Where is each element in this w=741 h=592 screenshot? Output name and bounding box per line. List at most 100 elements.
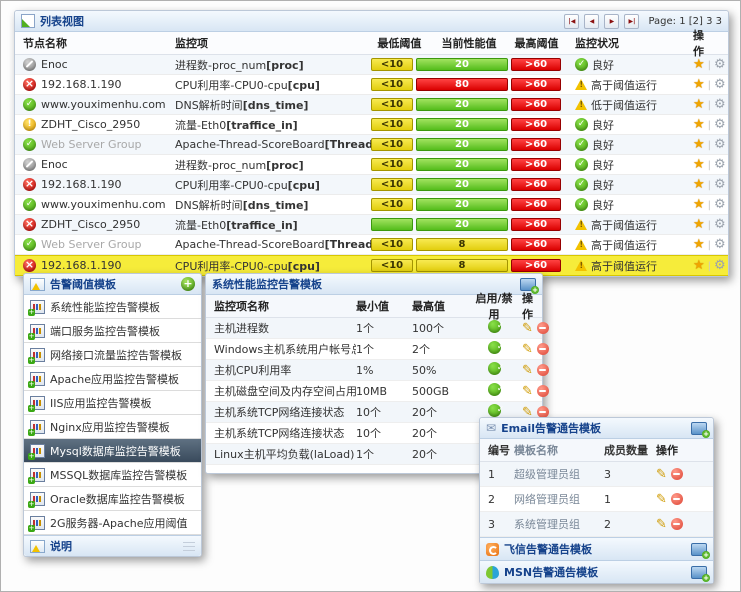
template-list-item[interactable]: 端口服务监控告警模板: [24, 319, 201, 343]
settings-gear-icon[interactable]: [714, 237, 726, 252]
monitor-name: DNS解析时间: [175, 99, 243, 112]
template-label: Oracle数据库监控告警模板: [50, 491, 185, 507]
table-row[interactable]: Web Server Group Apache-Thread-ScoreBoar…: [15, 135, 728, 155]
template-panel-footer[interactable]: 说明: [24, 535, 201, 556]
delete-icon[interactable]: [671, 468, 683, 480]
settings-gear-icon[interactable]: [714, 197, 726, 212]
settings-gear-icon[interactable]: [714, 97, 726, 112]
edit-icon[interactable]: [522, 321, 533, 336]
template-list-item[interactable]: MSSQL数据库监控告警模板: [24, 463, 201, 487]
pagination-label[interactable]: Page: 1 [2] 3 3: [648, 16, 722, 27]
template-list-item[interactable]: 2G服务器-Apache应用阈值: [24, 511, 201, 535]
ops-divider: [708, 158, 711, 171]
edit-icon[interactable]: [522, 363, 533, 378]
monitoring-status-text: 良好: [592, 177, 614, 193]
favorite-star-icon[interactable]: [693, 197, 705, 212]
last-page-button[interactable]: [624, 14, 639, 29]
delete-icon[interactable]: [671, 518, 683, 530]
delete-icon[interactable]: [537, 322, 549, 334]
table-row[interactable]: Enoc 进程数-proc_num[proc] <10 20 >60 良好: [15, 155, 728, 175]
favorite-star-icon[interactable]: [693, 157, 705, 172]
favorite-star-icon[interactable]: [693, 117, 705, 132]
column-member-count: 成员数量: [604, 442, 656, 458]
edit-icon[interactable]: [656, 492, 667, 507]
settings-gear-icon[interactable]: [714, 137, 726, 152]
favorite-star-icon[interactable]: [693, 97, 705, 112]
table-row[interactable]: Enoc 进程数-proc_num[proc] <10 20 >60 良好: [15, 55, 728, 75]
monitoring-status-icon: [575, 158, 588, 171]
add-monitor-item-button[interactable]: [520, 278, 536, 291]
resize-grip-icon[interactable]: [183, 542, 195, 551]
template-label: 系统性能监控告警模板: [50, 299, 160, 315]
current-value-bar: 20: [416, 118, 508, 131]
table-row[interactable]: 192.168.1.190 CPU利用率-CPU0-cpu[cpu] <10 2…: [15, 175, 728, 195]
table-row[interactable]: Web Server Group Apache-Thread-ScoreBoar…: [15, 235, 728, 255]
template-report-icon: [30, 372, 45, 386]
table-row[interactable]: 192.168.1.190 CPU利用率-CPU0-cpu[cpu] <10 8…: [15, 75, 728, 95]
node-status-icon: [23, 78, 36, 91]
table-row[interactable]: ZDHT_Cisco_2950 流量-Eth0[traffice_in] 20 …: [15, 215, 728, 235]
table-row[interactable]: www.youximenhu.com DNS解析时间[dns_time] <10…: [15, 195, 728, 215]
settings-gear-icon[interactable]: [714, 217, 726, 232]
template-report-icon: [30, 420, 45, 434]
settings-gear-icon[interactable]: [714, 157, 726, 172]
monitoring-status-icon: [575, 118, 588, 131]
favorite-star-icon[interactable]: [693, 258, 705, 273]
add-template-button[interactable]: [691, 566, 707, 579]
enabled-check-icon[interactable]: [488, 320, 501, 333]
monitor-tag: [dns_time]: [243, 99, 309, 112]
settings-gear-icon[interactable]: [714, 57, 726, 72]
collapsed-template-bars: 飞信告警通告模板 MSN告警通告模板: [480, 537, 713, 583]
favorite-star-icon[interactable]: [693, 137, 705, 152]
table-row[interactable]: www.youximenhu.com DNS解析时间[dns_time] <10…: [15, 95, 728, 115]
delete-icon[interactable]: [537, 343, 549, 355]
enabled-check-icon[interactable]: [488, 341, 501, 354]
add-template-button[interactable]: [691, 543, 707, 556]
monitoring-status-text: 良好: [592, 197, 614, 213]
settings-gear-icon[interactable]: [714, 117, 726, 132]
footer-label: 说明: [50, 538, 72, 554]
collapsed-template-bar[interactable]: 飞信告警通告模板: [480, 537, 713, 560]
delete-icon[interactable]: [671, 493, 683, 505]
monitor-name: 流量-Eth0: [175, 119, 226, 132]
settings-gear-icon[interactable]: [714, 77, 726, 92]
first-page-button[interactable]: [564, 14, 579, 29]
enabled-check-icon[interactable]: [488, 404, 501, 417]
delete-icon[interactable]: [537, 364, 549, 376]
next-page-button[interactable]: [604, 14, 619, 29]
template-report-icon: [30, 300, 45, 314]
template-list-item[interactable]: 系统性能监控告警模板: [24, 295, 201, 319]
template-label: Nginx应用监控告警模板: [50, 419, 170, 435]
favorite-star-icon[interactable]: [693, 77, 705, 92]
template-list-item[interactable]: Mysql数据库监控告警模板: [24, 439, 201, 463]
edit-icon[interactable]: [522, 342, 533, 357]
favorite-star-icon[interactable]: [693, 57, 705, 72]
prev-page-button[interactable]: [584, 14, 599, 29]
favorite-star-icon[interactable]: [693, 237, 705, 252]
favorite-star-icon[interactable]: [693, 217, 705, 232]
monitor-item-name: Windows主机系统用户帐号总数: [206, 341, 356, 357]
template-list-item[interactable]: 网络接口流量监控告警模板: [24, 343, 201, 367]
add-template-button[interactable]: [181, 277, 195, 291]
edit-icon[interactable]: [656, 517, 667, 532]
template-list-item[interactable]: Nginx应用监控告警模板: [24, 415, 201, 439]
monitoring-status-text: 高于阈值运行: [591, 77, 657, 93]
column-template-name: 模板名称: [514, 442, 604, 458]
edit-icon[interactable]: [522, 384, 533, 399]
template-list-item[interactable]: Apache应用监控告警模板: [24, 367, 201, 391]
enabled-check-icon[interactable]: [488, 362, 501, 375]
min-value: 1个: [356, 320, 412, 336]
monitor-name: 进程数-proc_num: [175, 59, 266, 72]
edit-icon[interactable]: [656, 467, 667, 482]
table-row[interactable]: ZDHT_Cisco_2950 流量-Eth0[traffice_in] <10…: [15, 115, 728, 135]
enabled-check-icon[interactable]: [488, 383, 501, 396]
delete-icon[interactable]: [537, 385, 549, 397]
favorite-star-icon[interactable]: [693, 177, 705, 192]
note-icon: [30, 540, 45, 553]
add-email-template-button[interactable]: [691, 422, 707, 435]
settings-gear-icon[interactable]: [714, 177, 726, 192]
settings-gear-icon[interactable]: [714, 258, 726, 273]
template-list-item[interactable]: IIS应用监控告警模板: [24, 391, 201, 415]
collapsed-template-bar[interactable]: MSN告警通告模板: [480, 560, 713, 583]
template-list-item[interactable]: Oracle数据库监控告警模板: [24, 487, 201, 511]
